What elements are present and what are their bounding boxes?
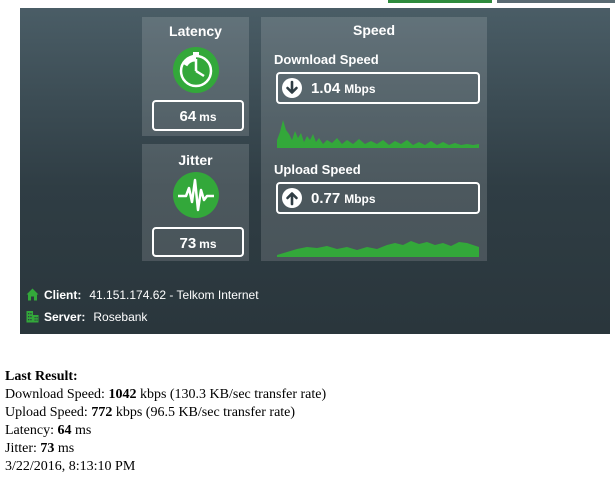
result-latency-label: Latency: [5, 423, 58, 438]
stopwatch-icon [173, 47, 219, 93]
result-latency-unit: ms [71, 423, 92, 438]
speed-title: Speed [352, 22, 395, 38]
result-upload-line: Upload Speed: 772 kbps (96.5 KB/sec tran… [5, 404, 326, 422]
latency-unit: ms [199, 110, 217, 124]
client-label: Client: [44, 288, 82, 302]
result-download-label: Download Speed: [5, 387, 109, 402]
upload-speed-box: 0.77 Mbps [276, 182, 480, 214]
upload-speed-value: 0.77 [311, 190, 341, 207]
latency-panel: Latency 64 ms [142, 17, 249, 136]
arrow-up-icon [282, 188, 302, 208]
latency-value: 64 [179, 108, 197, 125]
download-speed-unit: Mbps [344, 82, 376, 96]
last-result: Last Result: Download Speed: 1042 kbps (… [5, 368, 326, 476]
upload-sparkline [277, 241, 479, 257]
server-label: Server: [44, 310, 86, 324]
speed-panel: Speed Download Speed 1.04 Mbps Upload Spe… [261, 17, 487, 261]
top-tab-gray[interactable] [497, 0, 615, 3]
jitter-readout: 73 ms [152, 227, 244, 257]
result-jitter-unit: ms [54, 441, 75, 456]
result-download-line: Download Speed: 1042 kbps (130.3 KB/sec … [5, 386, 326, 404]
arrow-down-icon [282, 78, 302, 98]
jitter-unit: ms [199, 237, 217, 251]
download-speed-label: Download Speed [274, 52, 379, 67]
result-jitter-line: Jitter: 73 ms [5, 440, 326, 458]
client-value: 41.151.174.62 - Telkom Internet [89, 288, 259, 302]
result-upload-detail: kbps (96.5 KB/sec transfer rate) [112, 405, 296, 420]
top-tab-strip [0, 0, 615, 8]
latency-readout: 64 ms [152, 100, 244, 131]
jitter-value: 73 [179, 235, 197, 252]
top-tab-green[interactable] [388, 0, 492, 3]
server-value: Rosebank [93, 310, 148, 324]
upload-speed-unit: Mbps [344, 192, 376, 206]
result-jitter-label: Jitter: [5, 441, 41, 456]
home-icon [26, 288, 39, 301]
speedtest-widget: Latency 64 ms Jitter 73 ms Speed Downloa… [20, 8, 610, 334]
jitter-title: Jitter [178, 152, 213, 168]
last-result-heading: Last Result: [5, 369, 78, 384]
result-download-detail: kbps (130.3 KB/sec transfer rate) [136, 387, 327, 402]
server-row: Server: Rosebank [26, 310, 147, 324]
building-icon [26, 310, 39, 323]
result-jitter-value: 73 [40, 441, 55, 456]
result-latency-line: Latency: 64 ms [5, 422, 326, 440]
result-download-value: 1042 [108, 387, 137, 402]
result-timestamp: 3/22/2016, 8:13:10 PM [5, 459, 136, 474]
latency-title: Latency [169, 23, 222, 39]
jitter-panel: Jitter 73 ms [142, 144, 249, 261]
result-upload-value: 772 [91, 405, 113, 420]
result-upload-label: Upload Speed: [5, 405, 92, 420]
upload-speed-label: Upload Speed [274, 162, 361, 177]
download-sparkline [277, 120, 479, 148]
waveform-icon [173, 172, 219, 218]
download-speed-box: 1.04 Mbps [276, 72, 480, 104]
download-speed-value: 1.04 [311, 80, 341, 97]
client-row: Client: 41.151.174.62 - Telkom Internet [26, 288, 259, 302]
result-latency-value: 64 [57, 423, 72, 438]
